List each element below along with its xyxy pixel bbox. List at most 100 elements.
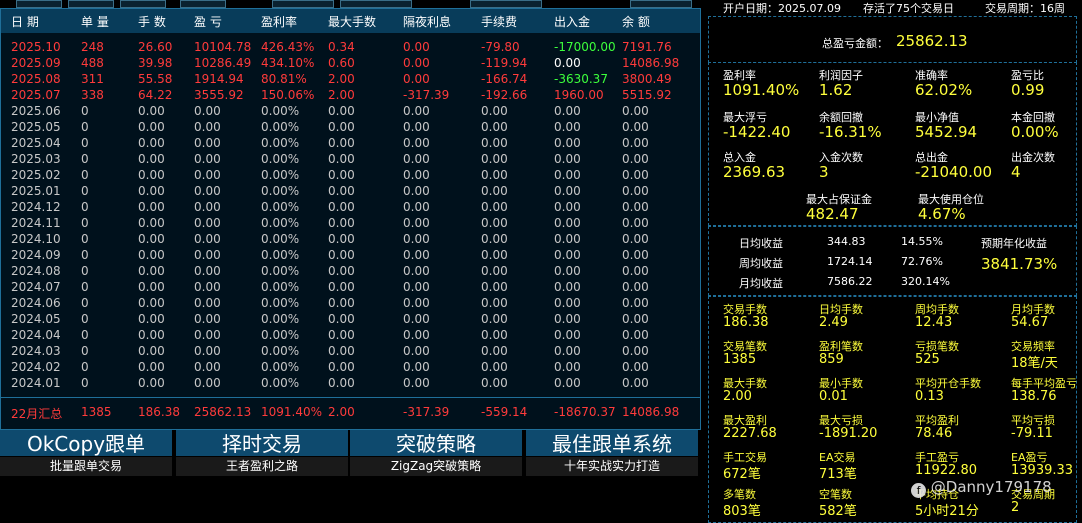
promo-card[interactable]: 最佳跟单系统 十年实战实力打造	[526, 430, 698, 476]
table-cell: 0.00	[403, 136, 430, 150]
column-header[interactable]: 盈 亏	[194, 13, 222, 30]
summary-cell: 186.38	[138, 405, 180, 419]
toolbar-button[interactable]	[470, 0, 542, 8]
table-cell: 0.00	[403, 312, 430, 326]
promo-card[interactable]: 突破策略 ZigZag突破策略	[350, 430, 522, 476]
table-cell: 0.00	[194, 168, 221, 182]
max-margin-value: 482.47	[806, 205, 859, 223]
table-cell: 0	[81, 104, 89, 118]
table-cell: 2025.04	[11, 136, 61, 150]
toolbar-button[interactable]	[340, 0, 412, 8]
promo-subtitle: 十年实战实力打造	[526, 457, 698, 476]
table-cell: 80.81%	[261, 72, 307, 86]
table-cell: 426.43%	[261, 40, 315, 54]
table-cell: 0	[81, 136, 89, 150]
table-cell: 0.00	[403, 376, 430, 390]
table-cell: 0.00	[138, 216, 165, 230]
summary-cell: 25862.13	[194, 405, 252, 419]
metric-value: 0.00%	[1011, 123, 1059, 141]
toolbar-button[interactable]	[120, 0, 166, 8]
table-cell: 0.00	[194, 104, 221, 118]
table-cell: 0.00%	[261, 360, 300, 374]
column-header[interactable]: 单 量	[81, 13, 109, 30]
table-cell: 0.00	[481, 120, 508, 134]
table-cell: 0.00	[481, 328, 508, 342]
table-cell: 0.00	[403, 360, 430, 374]
trade-metric-value: -1891.20	[819, 426, 878, 441]
table-cell: 0.00	[328, 216, 355, 230]
table-cell: 0.00	[328, 360, 355, 374]
column-header[interactable]: 盈利率	[261, 13, 297, 30]
metric-value: -21040.00	[915, 163, 992, 181]
table-cell: 2024.09	[11, 248, 61, 262]
table-cell: 3555.92	[194, 88, 244, 102]
toolbar-button[interactable]	[630, 0, 692, 8]
table-cell: 0.00	[554, 56, 581, 70]
promo-card[interactable]: 择时交易 王者盈利之路	[176, 430, 348, 476]
table-cell: 2024.07	[11, 280, 61, 294]
table-cell: 0.00%	[261, 312, 300, 326]
table-cell: 2024.10	[11, 232, 61, 246]
toolbar-button[interactable]	[68, 0, 114, 8]
trade-metric-value: 54.67	[1011, 315, 1049, 330]
total-pnl-value: 25862.13	[896, 32, 968, 50]
trade-metric-value: 2.49	[819, 315, 848, 330]
promo-card[interactable]: OkCopy跟单 批量跟单交易	[0, 430, 172, 476]
column-header[interactable]: 出入金	[554, 13, 590, 30]
table-cell: 3800.49	[622, 72, 672, 86]
table-cell: 2025.10	[11, 40, 61, 54]
toolbar-button[interactable]	[16, 0, 62, 8]
table-cell: 0.00	[403, 280, 430, 294]
table-cell: 0.00	[194, 328, 221, 342]
toolbar-button[interactable]	[180, 0, 226, 8]
table-cell: 0	[81, 184, 89, 198]
table-cell: 0.00	[194, 216, 221, 230]
table-cell: 0.00	[481, 136, 508, 150]
monthly-stats-table: 日 期 单 量 手 数 盈 亏 盈利率 最大手数 隔夜利息 手续费 出入金 余 额 2025.10…	[0, 8, 701, 430]
table-cell: 0	[81, 152, 89, 166]
table-cell: 0.00%	[261, 152, 300, 166]
return-amount: 344.83	[827, 235, 866, 248]
table-cell: 0	[81, 216, 89, 230]
table-cell: 0	[81, 376, 89, 390]
table-cell: 2025.08	[11, 72, 61, 86]
table-cell: 0.00	[403, 152, 430, 166]
table-cell: 0.00	[554, 152, 581, 166]
table-cell: 0.00%	[261, 296, 300, 310]
summary-cell: -559.14	[481, 405, 528, 419]
table-cell: 2025.01	[11, 184, 61, 198]
column-header[interactable]: 隔夜利息	[403, 13, 451, 30]
column-header[interactable]: 余 额	[622, 13, 650, 30]
column-header[interactable]: 日 期	[11, 13, 39, 30]
table-cell: 0.00	[554, 248, 581, 262]
table-cell: 0.00	[138, 248, 165, 262]
table-cell: 0.60	[328, 56, 355, 70]
table-cell: -119.94	[481, 56, 528, 70]
table-cell: 0.00%	[261, 376, 300, 390]
returns-box: 日均收益 344.83 14.55% 周均收益 1724.14 72.76% 月均收益 758…	[708, 226, 1077, 296]
table-cell: 0.00	[403, 200, 430, 214]
column-header[interactable]: 手 数	[138, 13, 166, 30]
trade-metric-value: 186.38	[723, 315, 769, 330]
table-cell: -166.74	[481, 72, 528, 86]
table-cell: 0.00	[194, 152, 221, 166]
promo-title: OkCopy跟单	[0, 430, 172, 456]
toolbar-button[interactable]	[272, 0, 334, 8]
metric-value: 62.02%	[915, 81, 973, 99]
table-cell: 0.00	[481, 360, 508, 374]
table-cell: 0.00	[554, 344, 581, 358]
table-cell: 338	[81, 88, 104, 102]
trade-metric-value: 12.43	[915, 315, 953, 330]
table-cell: 0	[81, 248, 89, 262]
table-cell: 0.00	[622, 280, 649, 294]
column-header[interactable]: 手续费	[481, 13, 517, 30]
table-cell: 0.00	[138, 376, 165, 390]
column-header[interactable]: 最大手数	[328, 13, 376, 30]
table-cell: 0.00	[622, 184, 649, 198]
table-cell: 0.00	[194, 296, 221, 310]
table-cell: 2025.03	[11, 152, 61, 166]
table-cell: -17000.00	[554, 40, 616, 54]
table-cell: 0	[81, 360, 89, 374]
promo-subtitle: 王者盈利之路	[176, 457, 348, 476]
table-cell: 0.00	[328, 120, 355, 134]
